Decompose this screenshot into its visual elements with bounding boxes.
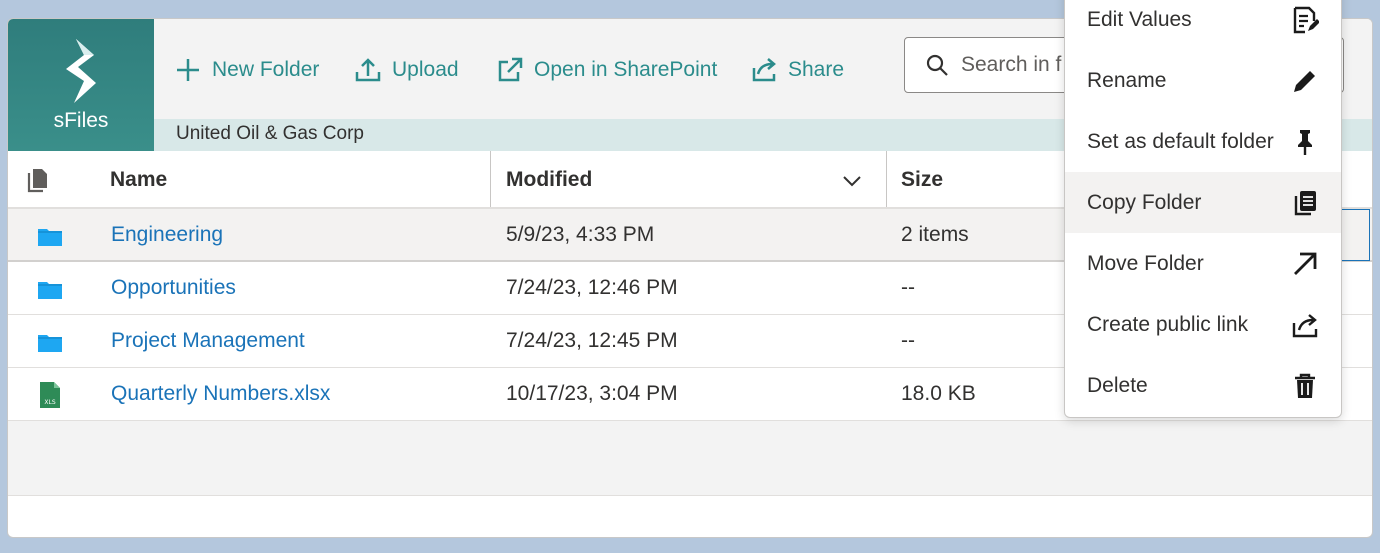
menu-item-label: Move Folder <box>1087 251 1204 275</box>
menu-item-copy-folder[interactable]: Copy Folder <box>1065 172 1341 233</box>
menu-item-label: Set as default folder <box>1087 129 1274 153</box>
share-icon <box>752 58 776 82</box>
file-modified: 10/17/23, 3:04 PM <box>506 382 678 405</box>
folder-icon <box>38 282 62 299</box>
share-label: Share <box>788 58 845 81</box>
column-divider[interactable] <box>886 151 887 207</box>
file-name-link[interactable]: Project Management <box>111 315 305 367</box>
menu-item-rename[interactable]: Rename <box>1065 50 1341 111</box>
selected-row-edge <box>1340 209 1370 261</box>
file-size: -- <box>901 329 915 352</box>
upload-icon <box>355 58 381 82</box>
open-sharepoint-button[interactable]: Open in SharePoint <box>496 55 717 85</box>
file-modified: 7/24/23, 12:45 PM <box>506 329 678 352</box>
file-type-icon[interactable] <box>24 167 50 193</box>
menu-item-label: Create public link <box>1087 312 1249 336</box>
chevron-down-icon[interactable] <box>842 171 862 191</box>
upload-label: Upload <box>392 58 459 81</box>
upload-button[interactable]: Upload <box>354 55 459 85</box>
menu-item-label: Rename <box>1087 68 1167 92</box>
column-divider[interactable] <box>490 151 491 207</box>
copy-icon <box>1294 190 1316 215</box>
menu-item-label: Copy Folder <box>1087 190 1202 214</box>
edit-values-icon <box>1293 6 1319 33</box>
sfiles-logo-icon <box>66 39 96 103</box>
divider <box>8 495 1372 496</box>
file-modified: 7/24/23, 12:46 PM <box>506 276 678 299</box>
file-modified: 5/9/23, 4:33 PM <box>506 223 655 246</box>
menu-item-public-link[interactable]: Create public link <box>1065 294 1341 355</box>
column-header-name[interactable]: Name <box>110 151 167 209</box>
plus-icon <box>177 59 199 81</box>
arrow-up-right-icon <box>1294 252 1317 275</box>
file-name-link[interactable]: Quarterly Numbers.xlsx <box>111 368 330 420</box>
context-menu: Edit Values Rename Set as default folder… <box>1064 0 1342 418</box>
file-name-link[interactable]: Opportunities <box>111 262 236 314</box>
folder-icon <box>38 229 62 246</box>
file-size: 18.0 KB <box>901 382 976 405</box>
menu-item-delete[interactable]: Delete <box>1065 355 1341 416</box>
file-size: -- <box>901 276 915 299</box>
menu-item-move-folder[interactable]: Move Folder <box>1065 233 1341 294</box>
new-folder-button[interactable]: New Folder <box>174 55 319 85</box>
empty-drop-area <box>8 421 1372 495</box>
pin-icon <box>1298 129 1312 155</box>
external-link-icon <box>498 57 523 82</box>
menu-item-label: Edit Values <box>1087 7 1192 31</box>
share-button[interactable]: Share <box>750 55 844 85</box>
file-name-link[interactable]: Engineering <box>111 209 223 261</box>
new-folder-label: New Folder <box>212 58 320 81</box>
share-link-icon <box>1292 313 1318 337</box>
pencil-icon <box>1294 70 1315 92</box>
menu-item-label: Delete <box>1087 373 1148 397</box>
folder-icon <box>38 335 62 352</box>
menu-item-set-default[interactable]: Set as default folder <box>1065 111 1341 172</box>
excel-file-icon: XLS <box>40 382 60 408</box>
open-sharepoint-label: Open in SharePoint <box>534 58 718 81</box>
breadcrumb[interactable]: United Oil & Gas Corp <box>176 123 364 145</box>
xls-badge: XLS <box>44 399 55 406</box>
sfiles-logo: sFiles <box>8 19 154 151</box>
column-header-modified[interactable]: Modified <box>506 151 592 209</box>
search-icon <box>926 54 948 76</box>
file-size: 2 items <box>901 223 969 246</box>
logo-text: sFiles <box>53 109 109 132</box>
trash-icon <box>1295 373 1315 398</box>
menu-item-edit-values[interactable]: Edit Values <box>1065 0 1341 50</box>
column-header-size[interactable]: Size <box>901 151 943 209</box>
